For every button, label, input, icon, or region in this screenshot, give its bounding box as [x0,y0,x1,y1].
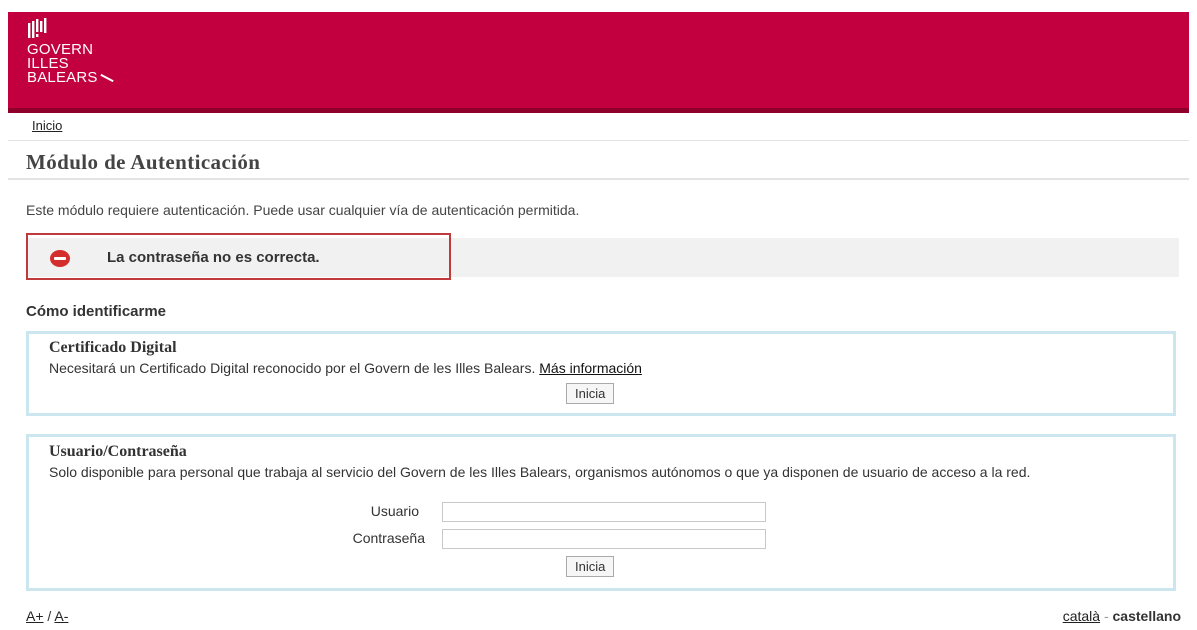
logo-slash-icon [99,73,114,83]
font-decrease-link[interactable]: A- [54,608,68,624]
credentials-panel: Usuario/Contraseña Solo disponible para … [26,434,1176,591]
credentials-description: Solo disponible para personal que trabaj… [49,464,1031,480]
page-title: Módulo de Autenticación [26,150,261,174]
intro-text: Este módulo requiere autenticación. Pued… [26,202,580,218]
section-title: Cómo identificarme [26,303,167,320]
certificate-start-button[interactable]: Inicia [566,383,615,404]
language-castellano-current: castellano [1112,608,1181,624]
error-icon [50,250,70,267]
language-switcher: català - castellano [1063,608,1181,624]
password-label: Contraseña [352,530,425,546]
breadcrumb-home-link[interactable]: Inicio [32,118,62,133]
font-size-controls: A+ / A- [26,608,68,624]
font-size-separator: / [47,608,52,624]
error-message: La contraseña no es correcta. [107,249,320,266]
logo-text: GOVERN ILLES BALEARS [27,42,114,86]
username-input[interactable] [442,502,766,522]
language-separator: - [1103,608,1109,624]
certificate-title: Certificado Digital [49,339,177,356]
certificate-panel: Certificado Digital Necesitará un Certif… [26,331,1176,416]
logo-line-balears: BALEARS [27,69,114,86]
breadcrumb-divider [8,140,1189,141]
font-increase-link[interactable]: A+ [26,608,44,624]
credentials-start-button[interactable]: Inicia [566,556,615,577]
certificate-description-row: Necesitará un Certificado Digital recono… [49,361,1159,376]
language-catala-link[interactable]: català [1063,608,1100,624]
govern-logo[interactable]: GOVERN ILLES BALEARS [27,18,114,85]
certificate-description: Necesitará un Certificado Digital recono… [49,360,536,376]
credentials-title: Usuario/Contraseña [49,443,187,460]
username-label: Usuario [370,503,419,519]
title-divider [8,178,1189,180]
more-info-link[interactable]: Más información [539,360,642,376]
logo-line-balears-text: BALEARS [27,69,98,86]
header-banner: GOVERN ILLES BALEARS [8,12,1189,113]
password-input[interactable] [442,529,766,549]
govern-emblem-icon [28,18,47,38]
